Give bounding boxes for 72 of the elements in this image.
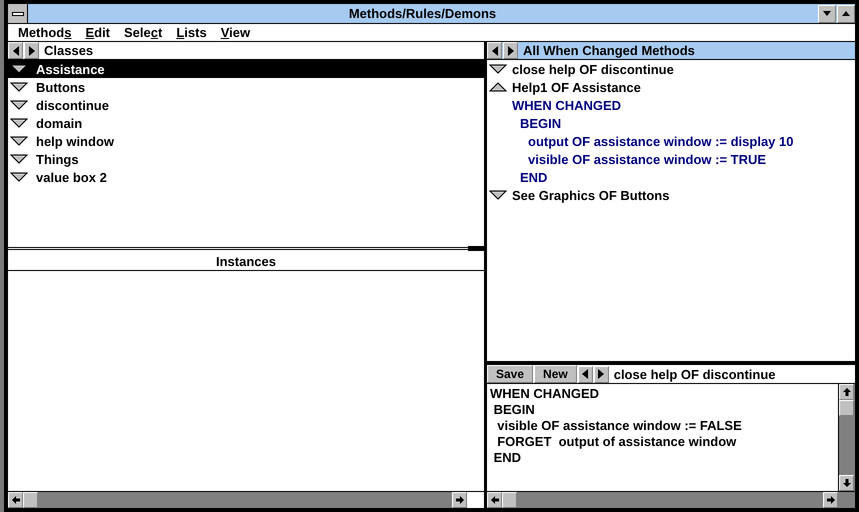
class-item[interactable]: Assistance: [8, 60, 484, 78]
expand-triangle-icon[interactable]: [10, 100, 28, 110]
list-title: Classes: [43, 43, 94, 58]
scroll-right-button[interactable]: [823, 492, 838, 508]
class-item[interactable]: discontinue: [8, 96, 484, 114]
menu-item[interactable]: View: [220, 25, 264, 40]
minimize-button[interactable]: [818, 4, 836, 22]
code-editor[interactable]: WHEN CHANGED BEGIN visible OF assistance window := FALSE FORGET output of assistance window END: [487, 384, 838, 491]
class-item[interactable]: Things: [8, 150, 484, 168]
left-triangle-icon: [12, 46, 20, 56]
menu-item[interactable]: Select: [124, 25, 176, 40]
scroll-right-button[interactable]: [452, 492, 467, 508]
code-line: BEGIN: [520, 116, 562, 130]
up-arrow-icon: [842, 388, 850, 396]
class-item[interactable]: value box 2: [8, 168, 484, 186]
code-line: output OF assistance window := display 10: [528, 134, 794, 148]
list-title: All When Changed Methods: [522, 43, 695, 58]
next-button[interactable]: [24, 42, 39, 59]
scroll-thumb[interactable]: [839, 400, 854, 416]
code-line: visible OF assistance window := TRUE: [528, 152, 766, 166]
right-arrow-icon: [826, 496, 834, 504]
scroll-left-button[interactable]: [8, 492, 23, 508]
right-triangle-icon: [597, 369, 606, 379]
scroll-up-button[interactable]: [839, 384, 854, 400]
scroll-left-button[interactable]: [487, 492, 502, 508]
expand-triangle-icon[interactable]: [10, 136, 28, 146]
next-button[interactable]: [594, 366, 609, 382]
down-triangle-icon: [823, 11, 831, 16]
left-triangle-icon: [490, 46, 498, 56]
left-arrow-icon: [12, 496, 20, 504]
expand-triangle-icon[interactable]: [489, 190, 507, 200]
class-item[interactable]: Buttons: [8, 78, 484, 96]
next-button[interactable]: [503, 42, 518, 59]
splitter-handle[interactable]: [468, 246, 484, 251]
method-item[interactable]: close help OF discontinue: [512, 62, 674, 76]
window-title: Methods/Rules/Demons: [348, 6, 498, 21]
scroll-thumb[interactable]: [23, 492, 38, 508]
scroll-thumb[interactable]: [502, 492, 517, 508]
previous-button[interactable]: [578, 366, 593, 382]
collapse-triangle-icon[interactable]: [489, 82, 507, 92]
expand-triangle-icon[interactable]: [10, 82, 28, 92]
list-title: Instances: [8, 253, 484, 271]
expand-triangle-icon[interactable]: [10, 118, 28, 128]
left-arrow-icon: [490, 496, 498, 504]
method-name: close help OF discontinue: [612, 366, 776, 382]
expand-triangle-icon[interactable]: [10, 172, 28, 182]
code-line: END: [520, 170, 548, 184]
right-triangle-icon: [506, 46, 514, 56]
menu-item[interactable]: Edit: [85, 25, 124, 40]
menu-item[interactable]: Methods: [18, 25, 86, 40]
expand-triangle-icon[interactable]: [10, 64, 28, 74]
right-triangle-icon: [28, 46, 36, 56]
method-item[interactable]: Help1 OF Assistance: [512, 80, 641, 94]
previous-button[interactable]: [8, 42, 23, 59]
dash-icon: [12, 12, 24, 16]
up-triangle-icon: [842, 11, 850, 16]
maximize-button[interactable]: [837, 4, 855, 22]
menu-item[interactable]: Lists: [176, 25, 221, 40]
class-item[interactable]: help window: [8, 132, 484, 150]
toolbar-button[interactable]: Save: [487, 365, 534, 383]
previous-button[interactable]: [487, 42, 502, 59]
class-item[interactable]: domain: [8, 114, 484, 132]
scroll-down-button[interactable]: [839, 475, 854, 491]
expand-triangle-icon[interactable]: [489, 64, 507, 74]
expand-triangle-icon[interactable]: [10, 154, 28, 164]
code-line: WHEN CHANGED: [512, 98, 622, 112]
left-triangle-icon: [581, 369, 590, 379]
toolbar-button[interactable]: New: [534, 365, 577, 383]
right-arrow-icon: [456, 496, 464, 504]
system-menu-button[interactable]: [8, 4, 28, 23]
method-item[interactable]: See Graphics OF Buttons: [512, 188, 670, 202]
down-arrow-icon: [842, 479, 850, 487]
